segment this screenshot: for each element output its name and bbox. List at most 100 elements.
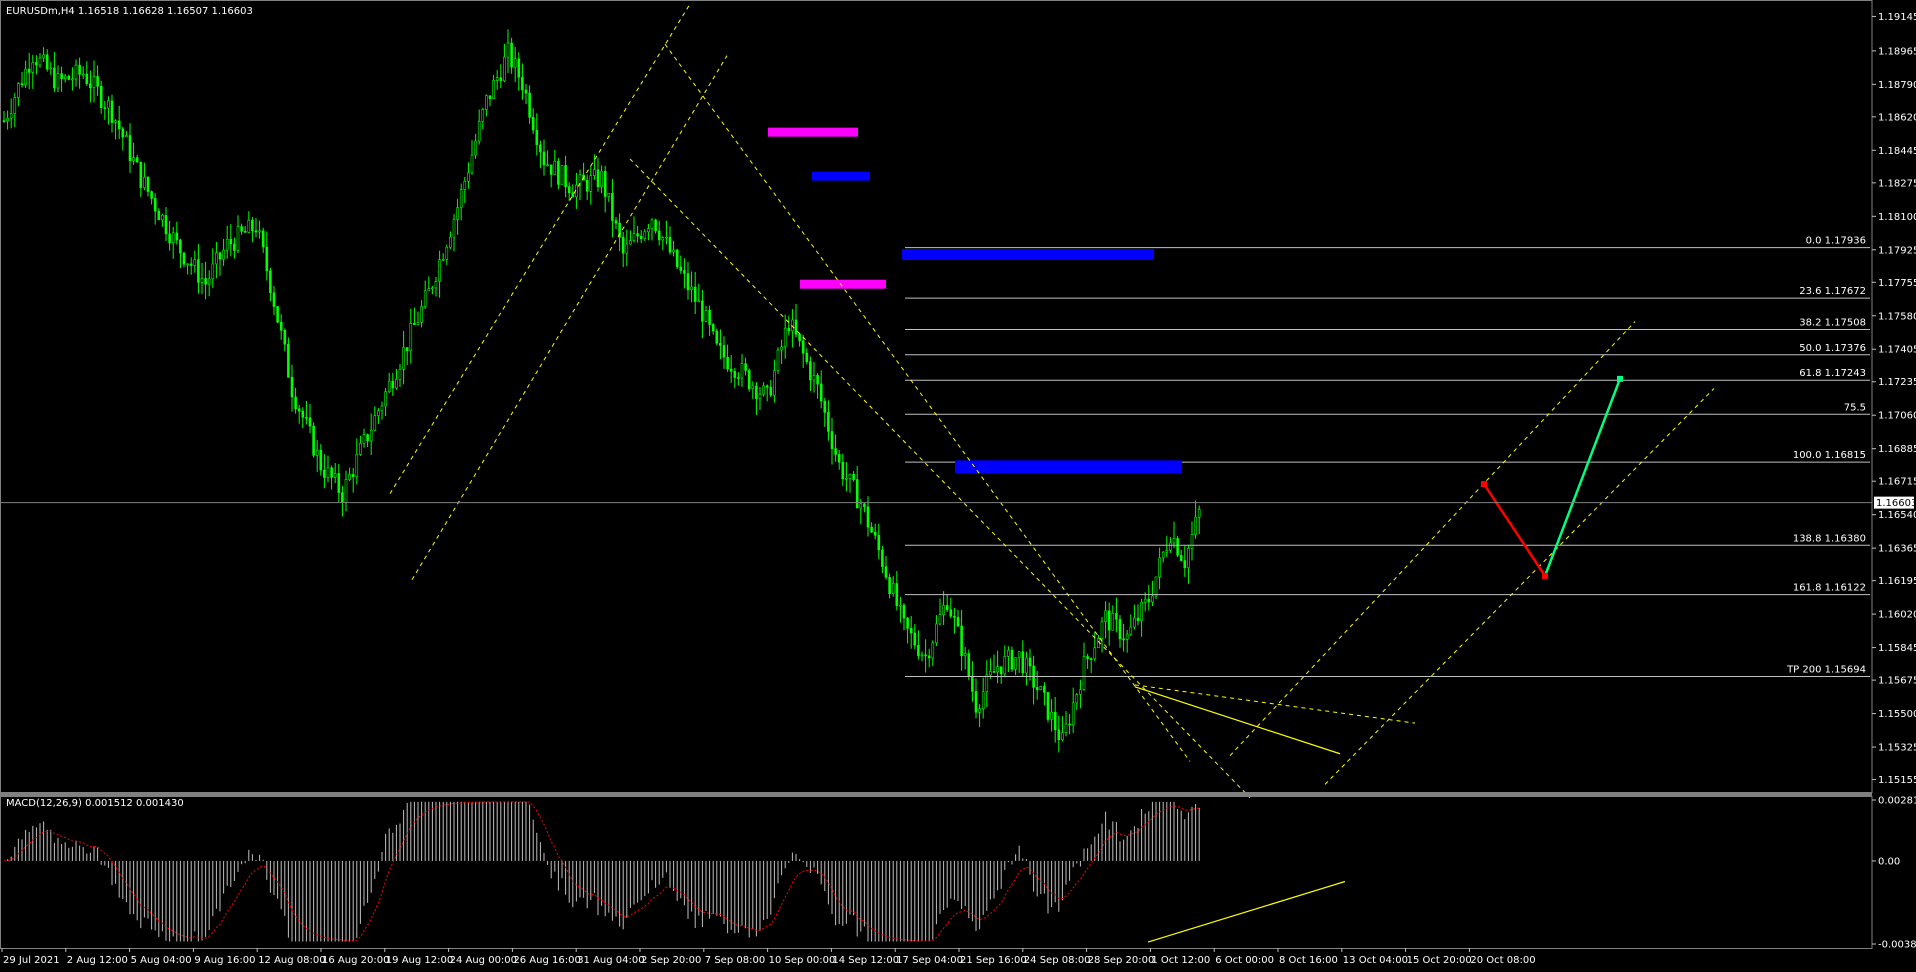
candle[interactable]: [27, 68, 31, 73]
candle[interactable]: [240, 226, 243, 232]
candle[interactable]: [384, 391, 387, 407]
candle[interactable]: [398, 368, 402, 380]
candle[interactable]: [632, 233, 636, 242]
candle[interactable]: [866, 506, 870, 528]
candle[interactable]: [348, 474, 351, 480]
candle[interactable]: [265, 246, 269, 272]
candle[interactable]: [744, 363, 747, 371]
candle[interactable]: [290, 376, 294, 398]
candle[interactable]: [143, 176, 146, 188]
candle[interactable]: [110, 100, 114, 123]
candle[interactable]: [985, 674, 989, 693]
candle[interactable]: [269, 270, 272, 294]
candle[interactable]: [391, 380, 395, 389]
candle[interactable]: [596, 169, 600, 187]
candle[interactable]: [402, 347, 405, 370]
candle[interactable]: [409, 322, 413, 351]
candle[interactable]: [1097, 638, 1100, 649]
candle[interactable]: [38, 57, 42, 66]
candle[interactable]: [301, 410, 305, 418]
candle[interactable]: [942, 605, 945, 615]
candle[interactable]: [247, 219, 251, 233]
candle[interactable]: [1025, 657, 1028, 674]
candle[interactable]: [981, 691, 985, 710]
resistance-zone-blue[interactable]: [902, 249, 1154, 261]
candle[interactable]: [1064, 723, 1068, 733]
candle[interactable]: [801, 340, 805, 354]
candle[interactable]: [63, 75, 67, 79]
candle[interactable]: [1007, 650, 1010, 657]
candle[interactable]: [1158, 557, 1161, 578]
candle[interactable]: [405, 347, 409, 351]
candle[interactable]: [816, 374, 819, 385]
trend-channels[interactable]: [389, 3, 1715, 799]
candle[interactable]: [708, 310, 711, 325]
candle[interactable]: [204, 278, 207, 285]
candle[interactable]: [1021, 651, 1025, 674]
candle[interactable]: [225, 238, 229, 251]
candle[interactable]: [287, 343, 290, 378]
candle[interactable]: [413, 322, 416, 325]
candle[interactable]: [1118, 619, 1122, 640]
candle[interactable]: [1079, 689, 1082, 695]
candle[interactable]: [927, 655, 931, 659]
candle[interactable]: [945, 605, 949, 610]
candle[interactable]: [877, 535, 881, 551]
candle[interactable]: [755, 385, 758, 399]
candle[interactable]: [488, 95, 492, 99]
candle[interactable]: [31, 62, 35, 73]
candle[interactable]: [1100, 621, 1104, 639]
candle[interactable]: [67, 75, 71, 80]
candle[interactable]: [819, 383, 823, 402]
candle[interactable]: [161, 215, 164, 221]
candle[interactable]: [848, 473, 852, 479]
candle[interactable]: [85, 73, 89, 84]
candle[interactable]: [1165, 550, 1169, 553]
candle[interactable]: [1194, 516, 1197, 535]
candle[interactable]: [1154, 576, 1158, 597]
candle[interactable]: [560, 165, 564, 185]
candle[interactable]: [117, 120, 121, 130]
candle[interactable]: [719, 343, 722, 346]
candle[interactable]: [805, 352, 809, 363]
candle[interactable]: [179, 239, 182, 254]
candle[interactable]: [747, 370, 751, 390]
candle[interactable]: [297, 408, 301, 412]
candle[interactable]: [254, 230, 258, 233]
candle[interactable]: [416, 321, 420, 325]
candle[interactable]: [917, 645, 920, 657]
candle[interactable]: [1161, 551, 1165, 559]
candle[interactable]: [1183, 560, 1187, 569]
candle[interactable]: [74, 64, 78, 80]
candle[interactable]: [481, 109, 485, 122]
candle[interactable]: [1053, 711, 1057, 731]
candle[interactable]: [647, 228, 650, 233]
candle[interactable]: [758, 393, 762, 399]
candle[interactable]: [272, 292, 276, 307]
candle[interactable]: [1068, 723, 1071, 726]
candle[interactable]: [20, 83, 24, 86]
candle[interactable]: [1071, 702, 1075, 726]
candle[interactable]: [222, 249, 225, 260]
candle[interactable]: [827, 412, 830, 432]
candle[interactable]: [528, 92, 531, 118]
candle[interactable]: [902, 604, 906, 619]
candle[interactable]: [2, 120, 6, 122]
candle[interactable]: [326, 467, 330, 478]
candle[interactable]: [186, 263, 189, 266]
candle[interactable]: [909, 628, 913, 634]
candle[interactable]: [1046, 692, 1050, 720]
candle[interactable]: [531, 116, 535, 131]
candle[interactable]: [431, 287, 434, 290]
candle[interactable]: [603, 170, 607, 197]
candle[interactable]: [1017, 651, 1021, 658]
candle[interactable]: [362, 434, 366, 444]
supply-demand-zones[interactable]: [768, 127, 1182, 474]
candle[interactable]: [737, 377, 740, 379]
channel-line[interactable]: [664, 43, 1191, 762]
candle[interactable]: [1035, 687, 1039, 691]
candle[interactable]: [369, 429, 373, 442]
candle[interactable]: [812, 374, 816, 381]
candle[interactable]: [49, 67, 53, 70]
candle[interactable]: [17, 83, 20, 98]
